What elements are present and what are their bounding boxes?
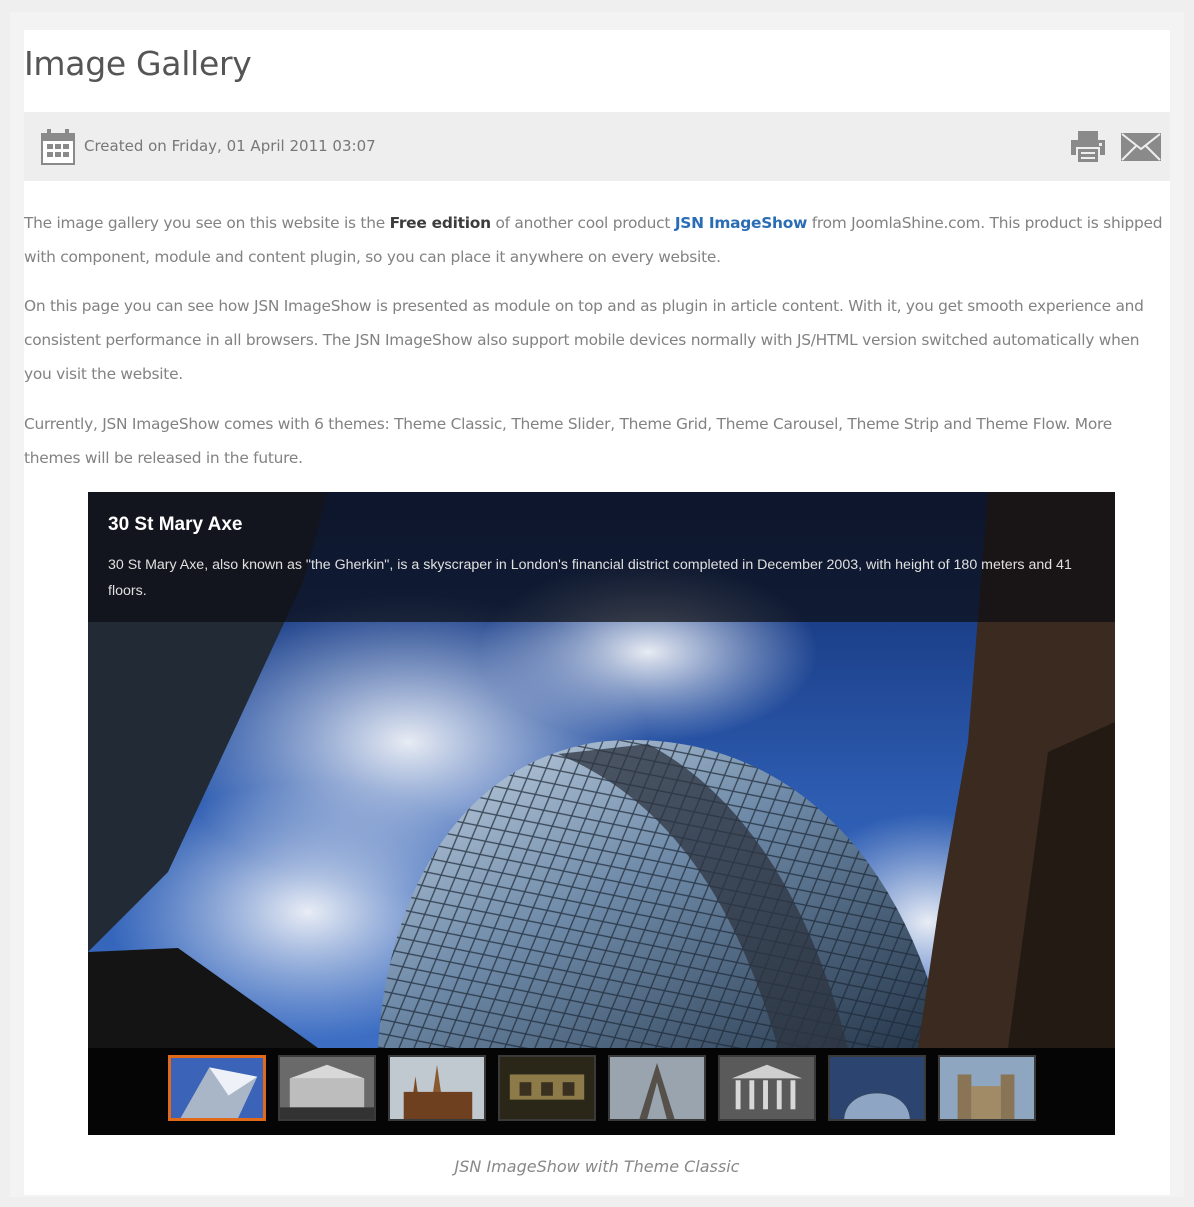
page-background: Image Gallery Created on Friday, 01 Apri…: [10, 12, 1184, 1197]
page-title: Image Gallery: [24, 44, 252, 83]
description-paragraph: On this page you can see how JSN ImageSh…: [24, 297, 1144, 383]
thumbnail-4[interactable]: [498, 1055, 596, 1121]
free-edition-text: Free edition: [389, 214, 492, 232]
thumbnail-7[interactable]: [828, 1055, 926, 1121]
paragraph-text: The image gallery you see on this websit…: [24, 214, 390, 232]
article-meta-bar: Created on Friday, 01 April 2011 03:07: [24, 112, 1170, 181]
slide-caption-title: 30 St Mary Axe: [108, 514, 243, 535]
email-icon[interactable]: [1120, 132, 1162, 162]
thumbnail-2[interactable]: [278, 1055, 376, 1121]
slide-caption: 30 St Mary Axe 30 St Mary Axe, also know…: [88, 492, 1115, 622]
thumbnail-3[interactable]: [388, 1055, 486, 1121]
themes-paragraph: Currently, JSN ImageShow comes with 6 th…: [24, 415, 1112, 467]
calendar-icon: [41, 129, 75, 165]
thumbnail-8[interactable]: [938, 1055, 1036, 1121]
thumbnail-6[interactable]: [718, 1055, 816, 1121]
paragraph-text: of another cool product: [490, 214, 675, 232]
created-date: Created on Friday, 01 April 2011 03:07: [84, 137, 376, 155]
thumbnail-5[interactable]: [608, 1055, 706, 1121]
image-gallery: 30 St Mary Axe 30 St Mary Axe, also know…: [88, 492, 1115, 1135]
gallery-caption: JSN ImageShow with Theme Classic: [454, 1157, 740, 1176]
thumbnail-strip: [88, 1048, 1115, 1135]
slide-caption-description: 30 St Mary Axe, also known as "the Gherk…: [108, 557, 1072, 599]
thumbnail-1[interactable]: [168, 1055, 266, 1121]
jsn-imageshow-link[interactable]: JSN ImageShow: [675, 214, 808, 232]
article-container: Image Gallery Created on Friday, 01 Apri…: [24, 30, 1170, 1195]
intro-paragraph: The image gallery you see on this websit…: [24, 206, 1170, 274]
print-icon[interactable]: [1070, 130, 1106, 164]
